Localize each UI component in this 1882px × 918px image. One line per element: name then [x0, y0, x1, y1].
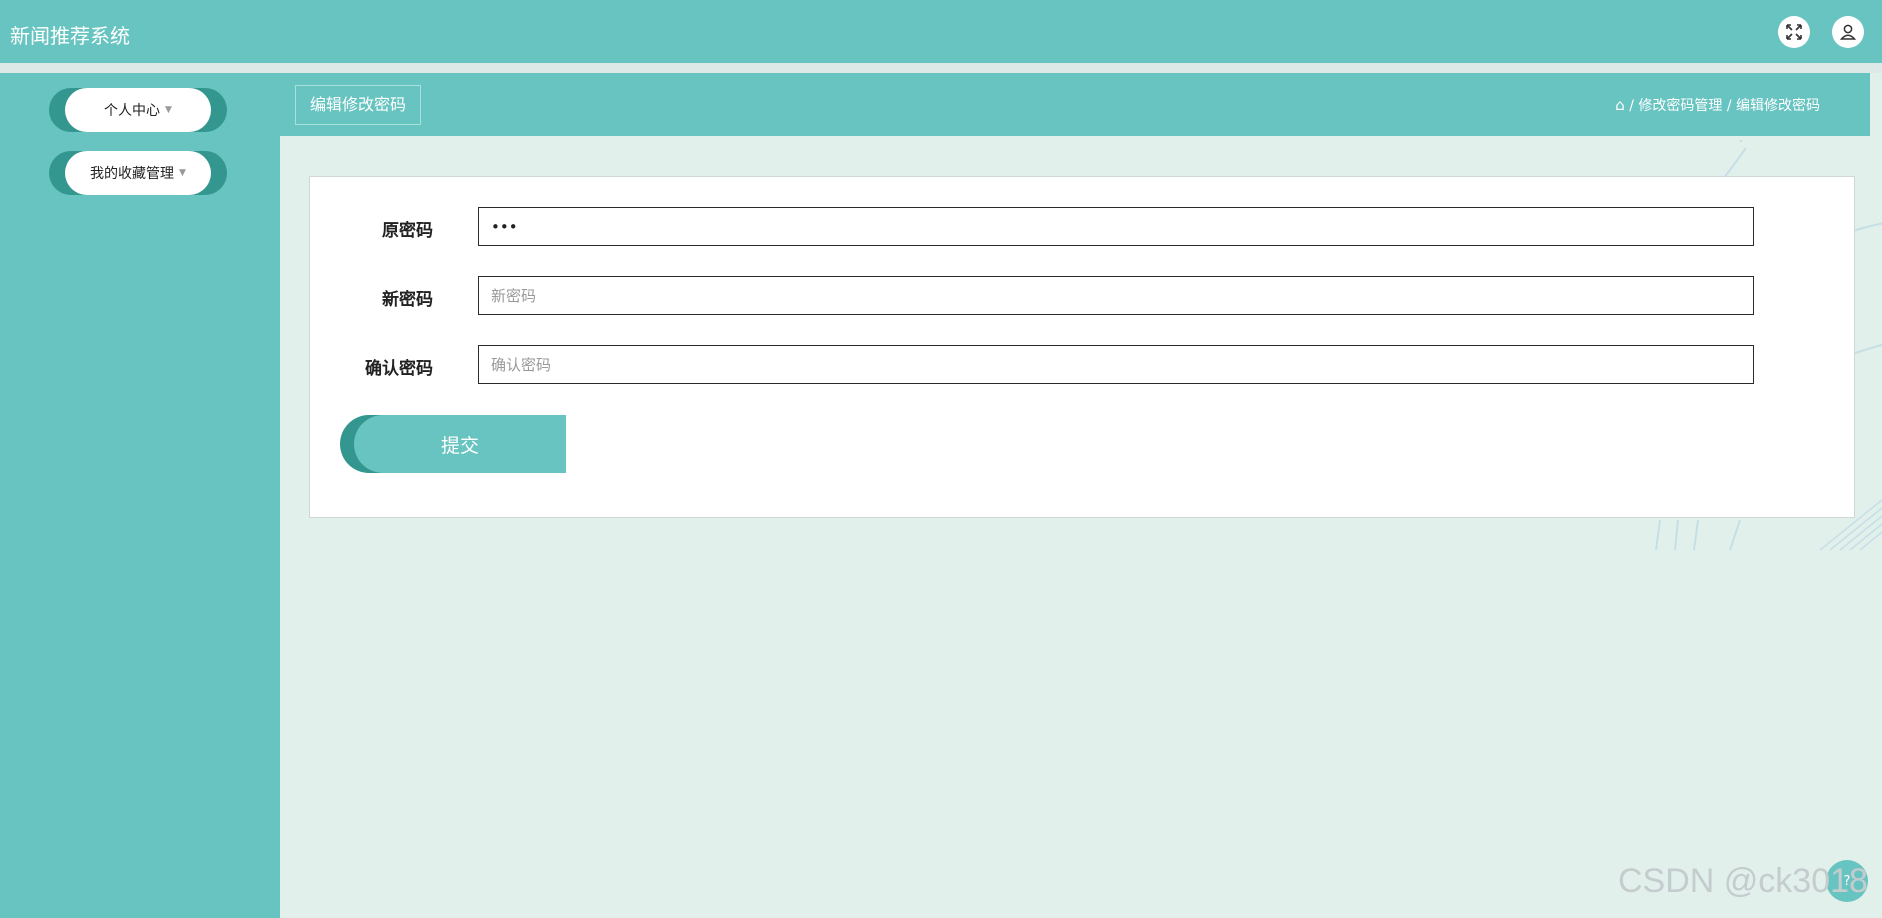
- sidebar-item-label: 个人中心: [104, 103, 161, 119]
- submit-button-label: 提交: [354, 415, 566, 473]
- header-divider: [0, 63, 1882, 73]
- breadcrumb-item-password-management[interactable]: 修改密码管理: [1638, 98, 1722, 114]
- old-password-label: 原密码: [382, 221, 433, 241]
- sidebar-item-label: 我的收藏管理: [90, 166, 175, 182]
- page-header-bar: 编辑修改密码 ⌂ / 修改密码管理 / 编辑修改密码: [280, 73, 1870, 136]
- old-password-input[interactable]: [478, 207, 1754, 246]
- caret-down-icon: ▼: [179, 168, 186, 178]
- sidebar-item-personal-center[interactable]: 个人中心 ▼: [49, 88, 227, 132]
- page-title: 编辑修改密码: [295, 85, 422, 125]
- breadcrumb: ⌂ / 修改密码管理 / 编辑修改密码: [1615, 95, 1820, 115]
- breadcrumb-item-edit-password: 编辑修改密码: [1736, 98, 1820, 114]
- top-header: 新闻推荐系统: [0, 0, 1882, 63]
- sidebar-item-my-favorites[interactable]: 我的收藏管理 ▼: [49, 151, 227, 195]
- fullscreen-expand-icon[interactable]: [1778, 16, 1810, 48]
- password-form: 原密码 新密码 确认密码 提交: [309, 176, 1855, 518]
- submit-button[interactable]: 提交: [340, 415, 566, 473]
- new-password-label: 新密码: [382, 290, 433, 310]
- app-title: 新闻推荐系统: [10, 24, 130, 48]
- sidebar-item-personal-center-pill: 个人中心 ▼: [65, 88, 211, 132]
- breadcrumb-separator: /: [1726, 98, 1732, 114]
- confirm-password-label: 确认密码: [365, 359, 433, 379]
- fullscreen-expand-icon-glyph: [1786, 24, 1802, 40]
- caret-down-icon: ▼: [165, 105, 172, 115]
- breadcrumb-separator: /: [1629, 98, 1634, 114]
- user-icon-glyph: [1839, 24, 1857, 40]
- user-icon[interactable]: [1832, 16, 1864, 48]
- home-icon[interactable]: ⌂: [1615, 96, 1625, 114]
- new-password-input[interactable]: [478, 276, 1754, 315]
- confirm-password-input[interactable]: [478, 345, 1754, 384]
- sidebar-item-my-favorites-pill: 我的收藏管理 ▼: [65, 151, 211, 195]
- sidebar: 个人中心 ▼ 我的收藏管理 ▼: [0, 73, 280, 918]
- watermark: CSDN @ck3018: [1618, 862, 1868, 900]
